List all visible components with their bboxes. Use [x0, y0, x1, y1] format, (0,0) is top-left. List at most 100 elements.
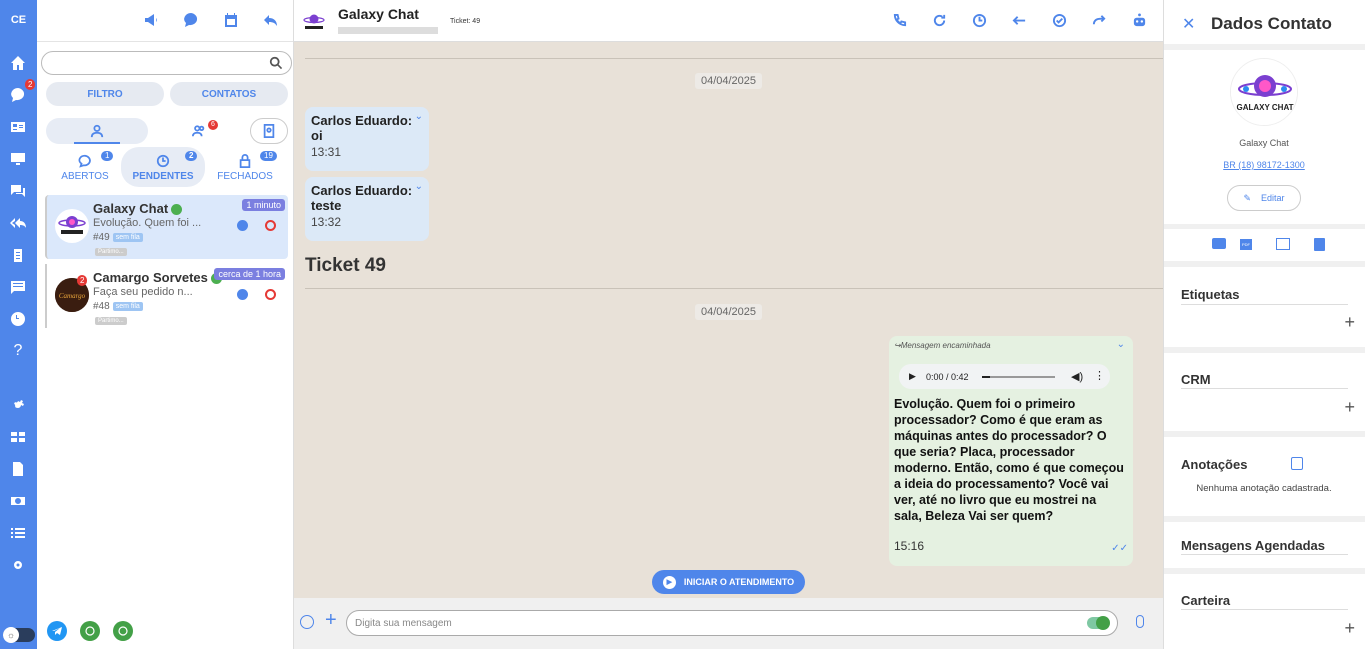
play-icon[interactable]: ▶ [909, 371, 916, 382]
search-input[interactable] [41, 51, 292, 75]
tab-count: 19 [260, 151, 277, 161]
tab-fechados[interactable]: 19 FECHADOS [209, 147, 281, 187]
incoming-message[interactable]: ⌄ Carlos Eduardo: oi 13:31 [305, 107, 429, 171]
chevron-down-icon[interactable]: ⌄ [1117, 339, 1125, 350]
list-add-icon[interactable] [1276, 238, 1290, 250]
calendar-icon[interactable] [223, 12, 241, 30]
whatsapp-icon[interactable] [80, 621, 100, 641]
my-tickets-toggle[interactable] [46, 118, 148, 144]
attach-plus-icon[interactable]: + [325, 610, 337, 630]
play-icon: ▶ [662, 575, 676, 589]
message-input[interactable]: Digita sua mensagem [346, 610, 1118, 636]
theme-toggle[interactable]: ☼ [3, 627, 35, 643]
more-options-icon[interactable]: ⋮ [1094, 369, 1105, 382]
document-icon[interactable] [8, 459, 28, 479]
help-icon[interactable]: ? [8, 341, 28, 361]
contact-name: Galaxy Chat [1239, 138, 1289, 148]
muted-chat-icon[interactable] [8, 277, 28, 297]
clock-icon[interactable] [8, 309, 28, 329]
contact-logo[interactable] [301, 9, 327, 35]
tab-pendentes[interactable]: 2 PENDENTES [121, 147, 205, 187]
pdf-icon[interactable]: PDF [1240, 239, 1252, 250]
resolve-icon[interactable] [1052, 13, 1068, 29]
whatsapp-icon[interactable] [113, 621, 133, 641]
ticket-item[interactable]: Galaxy Chat Evolução. Quem foi ... #49 se… [45, 195, 288, 259]
phone-icon[interactable] [892, 13, 908, 29]
search-icon [269, 56, 283, 70]
emoji-icon[interactable] [300, 615, 314, 629]
trash-icon[interactable] [1314, 238, 1325, 251]
settings-icon[interactable] [8, 395, 28, 415]
edit-contact-button[interactable]: ✎ Editar [1227, 185, 1301, 211]
clipboard-icon[interactable] [8, 245, 28, 265]
close-icon[interactable]: ✕ [1182, 14, 1195, 34]
message-icon[interactable] [1212, 238, 1226, 249]
group-badge: 6 [208, 120, 218, 130]
megaphone-icon[interactable] [143, 12, 161, 30]
accept-icon[interactable] [237, 289, 248, 300]
signature-toggle[interactable] [1087, 616, 1110, 630]
ticket-heading: Ticket 49 [305, 255, 386, 276]
schedule-icon[interactable] [972, 13, 988, 29]
add-icon[interactable]: + [1344, 312, 1355, 333]
audio-player[interactable]: ▶ 0:00 / 0:42 ◀) ⋮ [899, 364, 1110, 389]
wallet-section: Carteira + [1164, 574, 1365, 649]
start-service-button[interactable]: ▶ INICIAR O ATENDIMENTO [652, 570, 805, 594]
refresh-icon[interactable] [932, 13, 948, 29]
forwarded-label: ↪Mensagem encaminhada [894, 341, 991, 350]
ticket-id: #48 sem fila [93, 301, 143, 312]
telegram-icon[interactable] [47, 621, 67, 641]
chevron-down-icon[interactable]: ⌄ [415, 111, 423, 122]
accept-icon[interactable] [237, 220, 248, 231]
monitor-icon[interactable] [8, 149, 28, 169]
close-ticket-icon[interactable] [265, 220, 276, 231]
logo-text: GALAXY CHAT [1236, 103, 1294, 112]
reply-icon[interactable] [263, 12, 281, 30]
user-icon [90, 124, 104, 138]
contact-panel-title: Dados Contato [1211, 14, 1332, 33]
users-icon [192, 125, 205, 137]
user-avatar[interactable]: CE [0, 0, 37, 40]
group-tickets-toggle[interactable]: 6 [192, 118, 218, 144]
ticket-id: #49 sem fila [93, 232, 143, 243]
grid-icon[interactable] [8, 427, 28, 447]
reply-all-icon[interactable] [8, 213, 28, 233]
whatsapp-icon [171, 204, 183, 216]
contact-phone[interactable]: BR (18) 98172-1300 [1164, 160, 1364, 170]
home-icon[interactable] [8, 53, 28, 73]
messages-icon[interactable] [8, 181, 28, 201]
transfer-icon[interactable] [1092, 13, 1108, 29]
add-note-icon[interactable] [1291, 457, 1303, 470]
microphone-icon[interactable] [1136, 615, 1144, 628]
contacts-card-icon[interactable] [8, 117, 28, 137]
bot-icon[interactable] [1132, 13, 1148, 29]
chat-bubble-icon [78, 154, 91, 168]
contact-book-toggle[interactable] [250, 118, 288, 144]
add-icon[interactable]: + [1344, 397, 1355, 418]
chat-bubble-icon[interactable] [183, 12, 201, 30]
audio-progress[interactable] [982, 376, 1055, 378]
cog-icon[interactable] [8, 555, 28, 575]
notes-empty: Nenhuma anotação cadastrada. [1196, 483, 1332, 494]
tab-abertos[interactable]: 1 ABERTOS [49, 147, 121, 187]
chat-icon[interactable]: 2 [8, 79, 36, 105]
list-icon[interactable] [8, 523, 28, 543]
close-ticket-icon[interactable] [265, 289, 276, 300]
notes-section: Anotações Nenhuma anotação cadastrada. [1164, 437, 1365, 516]
incoming-message[interactable]: ⌄ Carlos Eduardo: teste 13:32 [305, 177, 429, 241]
outgoing-message[interactable]: ↪Mensagem encaminhada ⌄ ▶ 0:00 / 0:42 ◀)… [889, 336, 1133, 566]
contacts-button[interactable]: CONTATOS [170, 82, 288, 106]
add-icon[interactable]: + [1344, 618, 1355, 639]
crm-section: CRM + [1164, 353, 1365, 431]
volume-icon[interactable]: ◀) [1071, 370, 1083, 383]
filter-button[interactable]: FILTRO [46, 82, 164, 106]
return-icon[interactable] [1012, 13, 1028, 29]
app-root: CE 2 ? ☼ FILTRO CONTATOS 6 1 ABERTOS 2 P… [0, 0, 1365, 649]
tab-count: 2 [185, 151, 198, 161]
chevron-down-icon[interactable]: ⌄ [415, 181, 423, 192]
money-icon[interactable] [8, 491, 28, 511]
message-sender: Carlos Eduardo: [311, 183, 413, 198]
ticket-item[interactable]: Camargo 2 Camargo Sorvetes Faça seu pedi… [45, 264, 288, 328]
channel-icons [47, 621, 133, 641]
tab-count: 1 [101, 151, 114, 161]
